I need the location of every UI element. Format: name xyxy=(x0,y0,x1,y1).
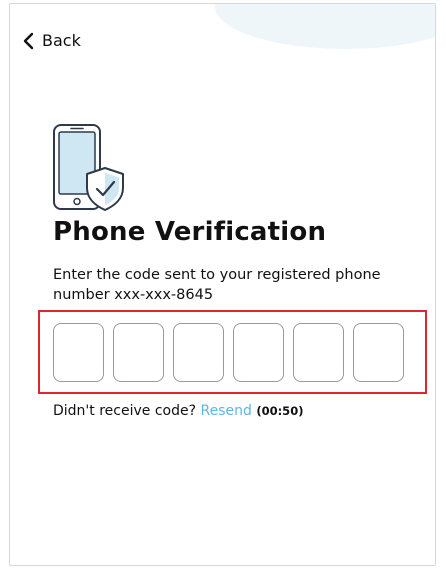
code-digit-2[interactable] xyxy=(113,323,164,382)
resend-row: Didn't receive code? Resend (00:50) xyxy=(53,403,303,419)
back-label: Back xyxy=(42,31,81,50)
phone-shield-check-icon xyxy=(53,124,124,211)
back-button[interactable]: Back xyxy=(23,31,81,50)
code-digit-5[interactable] xyxy=(293,323,344,382)
code-digit-1[interactable] xyxy=(53,323,104,382)
code-digit-3[interactable] xyxy=(173,323,224,382)
code-digit-6[interactable] xyxy=(353,323,404,382)
instructions-text: Enter the code sent to your registered p… xyxy=(53,267,381,303)
page-title: Phone Verification xyxy=(53,217,327,247)
code-digit-4[interactable] xyxy=(233,323,284,382)
code-input-group xyxy=(53,323,404,382)
background-decoration xyxy=(215,4,435,49)
resend-prompt: Didn't receive code? xyxy=(53,403,197,419)
resend-timer: (00:50) xyxy=(256,404,304,418)
resend-link[interactable]: Resend xyxy=(200,403,251,419)
verification-screen: Back Phone Verification Enter the code s… xyxy=(9,3,436,566)
chevron-left-icon xyxy=(23,32,34,49)
